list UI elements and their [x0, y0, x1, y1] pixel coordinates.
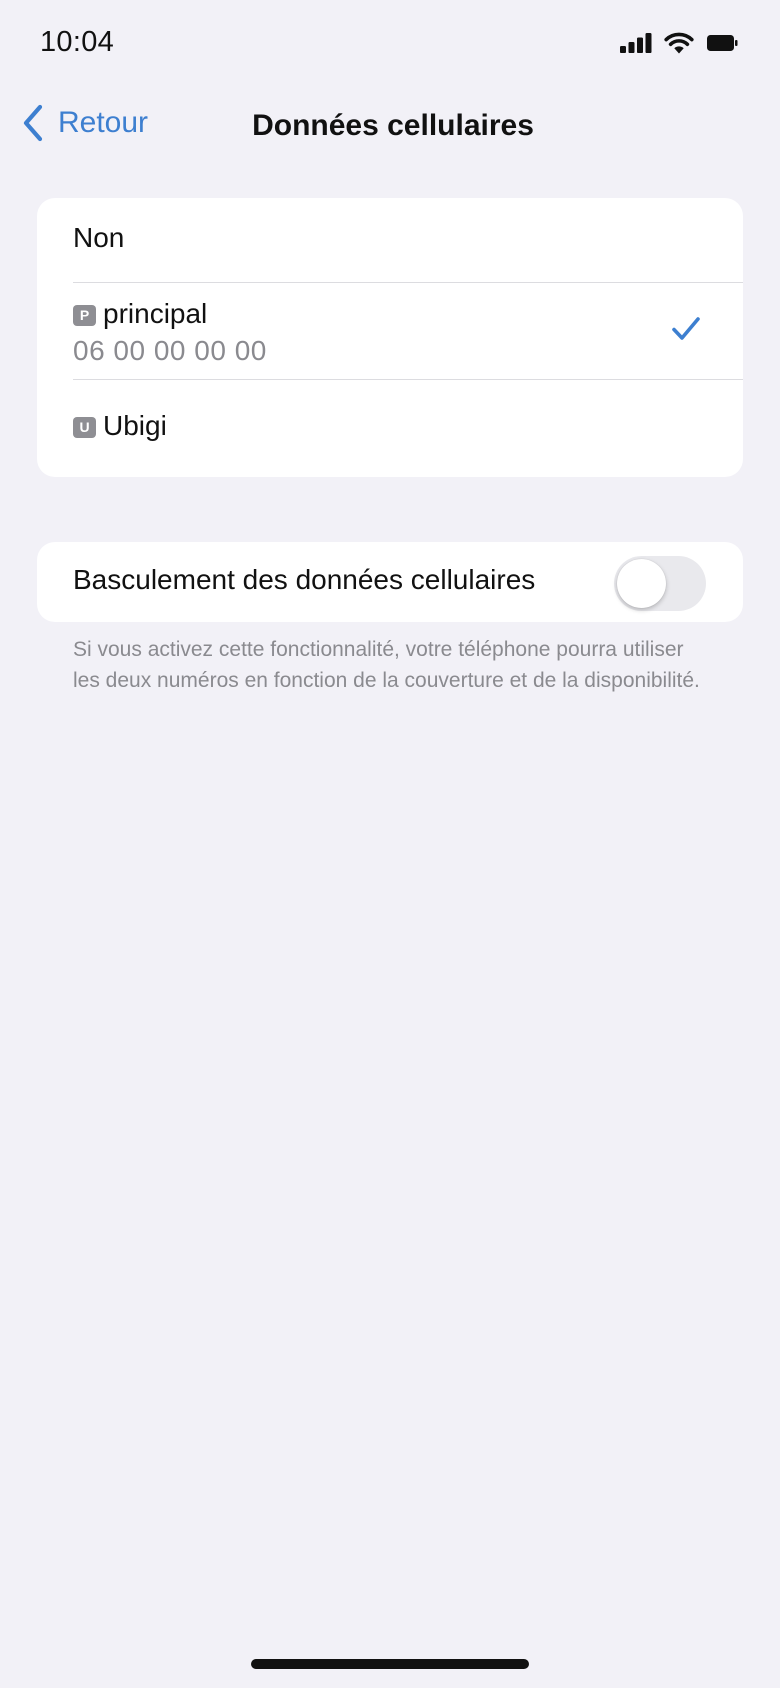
status-icons: [620, 32, 738, 54]
data-switching-footnote: Si vous activez cette fonctionnalité, vo…: [73, 638, 700, 692]
home-indicator[interactable]: [251, 1659, 529, 1669]
battery-icon: [707, 35, 738, 51]
data-switching-group: Basculement des données cellulaires: [37, 542, 743, 622]
wifi-icon: [664, 32, 694, 54]
option-label-ubigi: Ubigi: [103, 410, 167, 441]
phone-number: 06 00 00 00 00: [73, 335, 267, 366]
page-title: Données cellulaires: [252, 109, 534, 142]
status-time: 10:04: [40, 26, 115, 58]
data-switching-toggle[interactable]: [614, 556, 706, 611]
data-switching-label: Basculement des données cellulaires: [73, 564, 536, 595]
option-row-principal[interactable]: Pprincipal 06 00 00 00 00: [37, 283, 743, 377]
checkmark-icon: [672, 317, 700, 340]
option-row-non[interactable]: Non: [37, 198, 743, 282]
option-label-ubigi-wrap: U Ubigi: [73, 410, 167, 442]
option-label-non: Non: [73, 222, 125, 253]
sim-badge-principal: P: [73, 305, 96, 326]
sim-badge-ubigi: U: [73, 417, 96, 438]
toggle-knob: [617, 559, 666, 608]
option-label-principal-wrap: Pprincipal: [73, 298, 207, 330]
cellular-signal-icon: [620, 33, 652, 53]
option-row-ubigi[interactable]: U Ubigi: [37, 380, 743, 477]
status-bar: 10:04: [0, 0, 780, 90]
cellular-data-options: Non Pprincipal 06 00 00 00 00 U Ubigi: [37, 198, 743, 477]
option-label-principal: principal: [103, 298, 208, 329]
navigation-bar: Retour Données cellulaires: [0, 96, 780, 156]
